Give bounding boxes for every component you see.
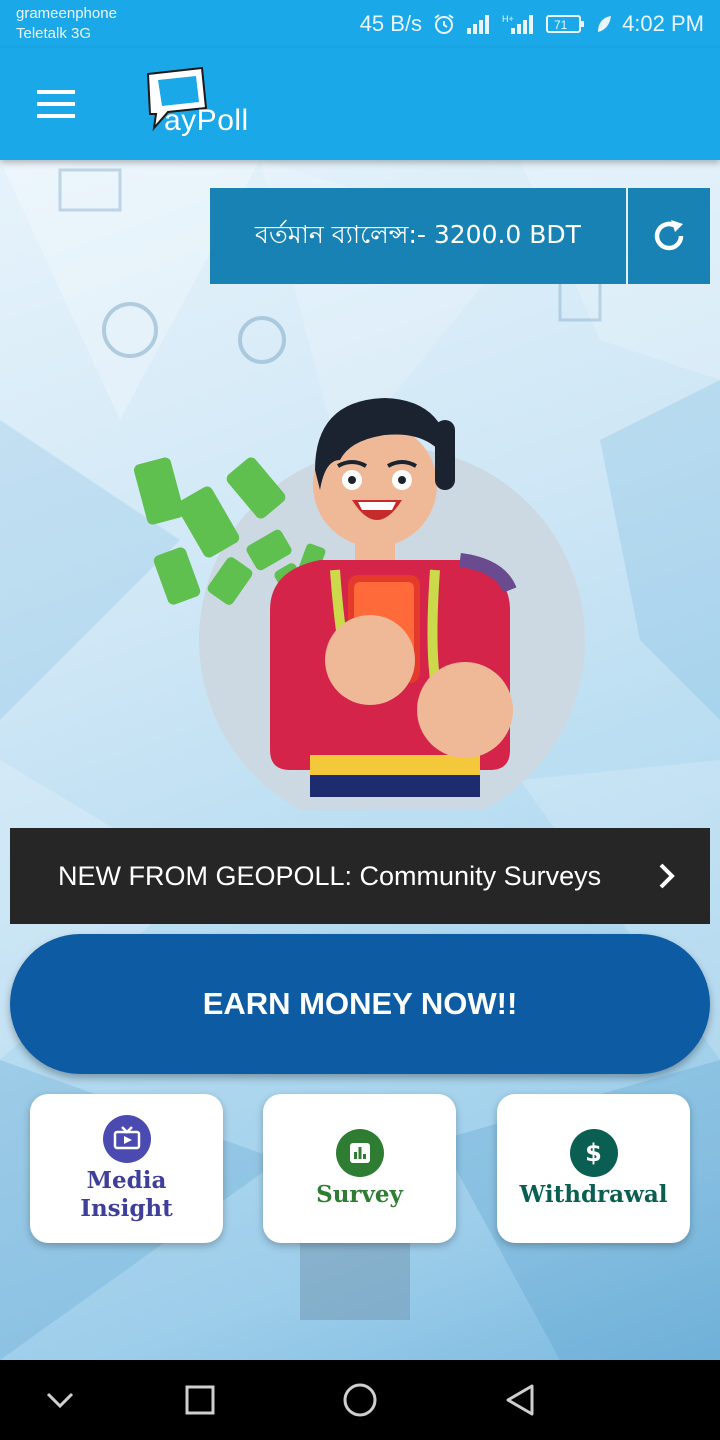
tile-media-insight[interactable]: Media Insight <box>30 1094 223 1243</box>
geopoll-banner[interactable]: NEW FROM GEOPOLL: Community Surveys <box>10 828 710 924</box>
app-logo: ayPoll <box>144 62 274 146</box>
logo-text: ayPoll <box>164 104 249 137</box>
tile-label-line: Insight <box>80 1194 173 1222</box>
nav-home-button[interactable] <box>338 1378 382 1422</box>
carrier-primary: grameenphone <box>16 5 117 22</box>
system-nav-bar <box>0 1360 720 1440</box>
tile-withdrawal[interactable]: $ Withdrawal <box>497 1094 690 1243</box>
alarm-icon <box>432 12 456 36</box>
tv-icon <box>102 1114 151 1163</box>
balance-display: বর্তমান ব্যালেন্স:- 3200.0 BDT <box>210 188 626 284</box>
menu-button[interactable] <box>28 78 84 130</box>
back-triangle-icon <box>506 1384 534 1416</box>
hero-illustration <box>133 398 585 810</box>
earn-money-button[interactable]: EARN MONEY NOW!! <box>10 934 710 1074</box>
leaf-icon <box>596 14 612 34</box>
refresh-button[interactable] <box>628 188 710 284</box>
carrier-secondary: Teletalk 3G <box>16 25 92 42</box>
nav-recents-button[interactable] <box>178 1378 222 1422</box>
signal-h-icon: H+ <box>502 13 536 35</box>
tile-survey[interactable]: Survey <box>263 1094 456 1243</box>
chevron-right-icon <box>659 863 675 889</box>
svg-text:H+: H+ <box>502 14 514 24</box>
home-circle-icon <box>343 1383 377 1417</box>
recents-square-icon <box>185 1385 215 1415</box>
clock: 4:02 PM <box>622 11 704 36</box>
signal-icon <box>466 13 492 35</box>
banner-text: NEW FROM GEOPOLL: Community Surveys <box>58 860 602 891</box>
svg-text:71: 71 <box>554 18 568 32</box>
nav-collapse-button[interactable] <box>38 1378 82 1422</box>
tile-label-survey: Survey <box>316 1180 403 1208</box>
tile-label-media: Media Insight <box>80 1167 173 1223</box>
app-bar: ayPoll <box>0 48 720 160</box>
main-content: বর্তমান ব্যালেন্স:- 3200.0 BDT NEW FROM … <box>0 160 720 1360</box>
battery-icon: 71 <box>546 13 586 35</box>
back-chevron-icon <box>46 1392 74 1409</box>
carrier-info: grameenphone Teletalk 3G <box>16 4 117 44</box>
bar-chart-icon <box>335 1128 384 1177</box>
nav-back-button[interactable] <box>498 1378 542 1422</box>
refresh-icon <box>654 220 684 251</box>
status-icons: 45 B/s H+ 71 4:02 PM <box>360 8 704 40</box>
net-speed: 45 B/s <box>359 11 423 36</box>
status-bar: grameenphone Teletalk 3G 45 B/s H+ 71 4:… <box>0 0 720 48</box>
earn-money-label: EARN MONEY NOW!! <box>202 986 518 1021</box>
dollar-icon: $ <box>569 1128 618 1177</box>
hamburger-menu-icon <box>37 90 75 118</box>
tile-label-withdrawal: Withdrawal <box>519 1180 668 1208</box>
tile-label-line: Media <box>86 1166 167 1194</box>
